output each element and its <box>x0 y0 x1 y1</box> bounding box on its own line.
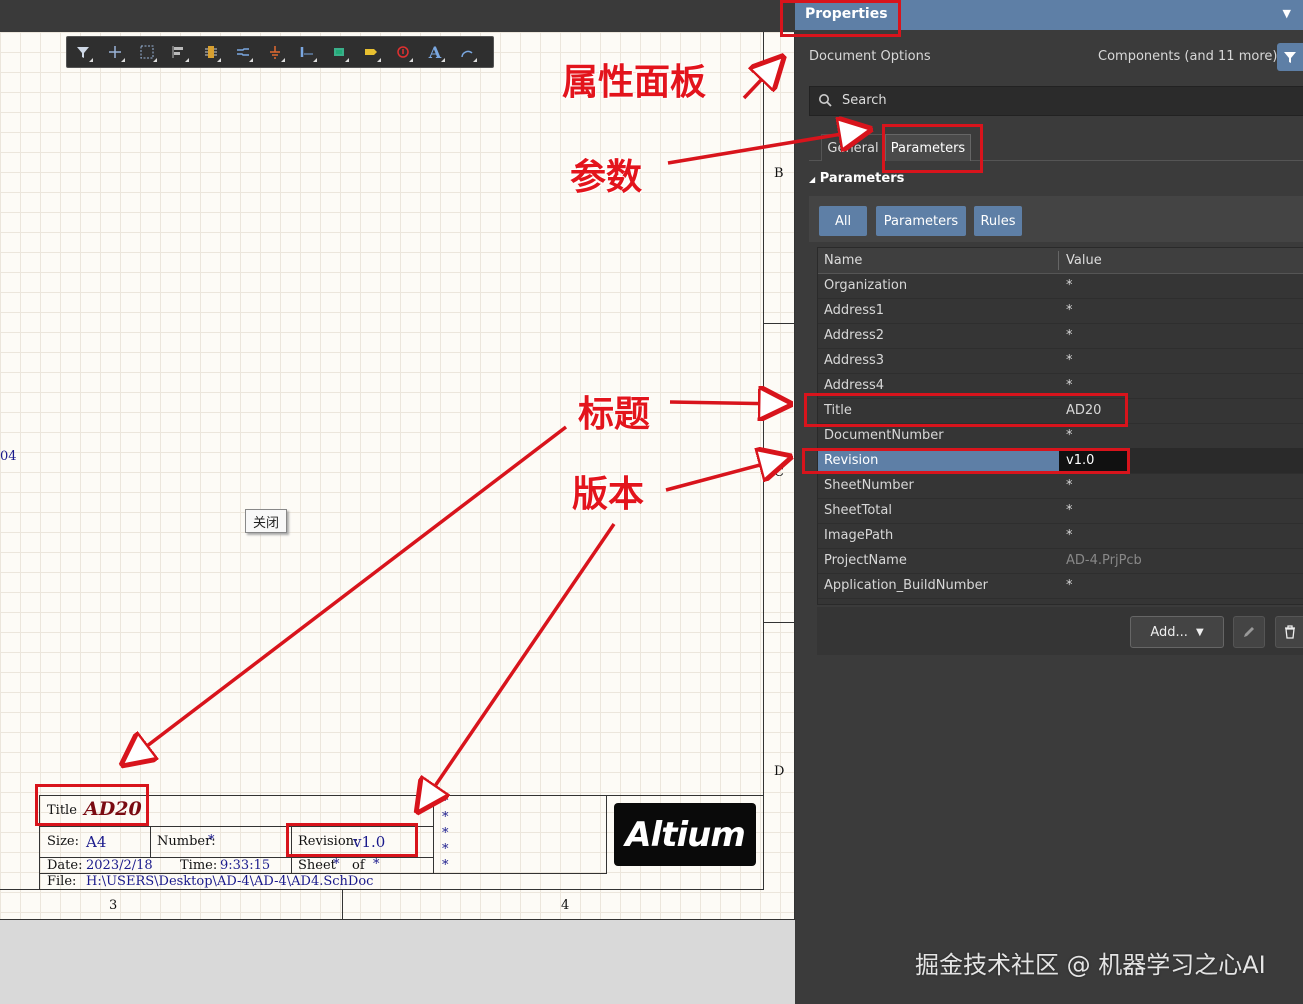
arrow <box>667 130 866 165</box>
annotation-arrows <box>0 0 1303 1004</box>
arrow <box>420 523 616 808</box>
arrow <box>126 425 568 762</box>
arrow <box>742 60 780 100</box>
arrow <box>669 402 786 404</box>
arrow <box>665 458 786 492</box>
